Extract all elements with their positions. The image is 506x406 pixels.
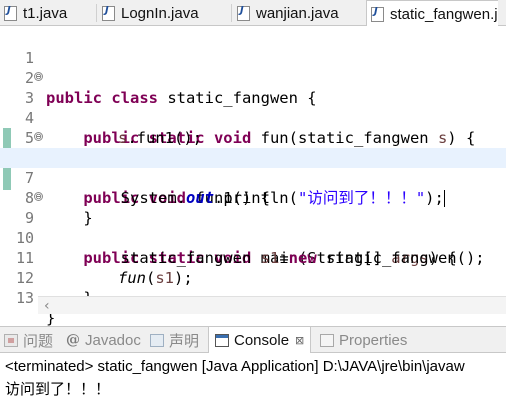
tab-javadoc[interactable]: @ Javadoc: [66, 327, 141, 354]
tab-separator: [96, 4, 97, 22]
tab-label: static_fangwen.j: [390, 5, 498, 23]
tab-label: 声明: [169, 333, 200, 350]
tab-label: wanjian.java: [256, 4, 339, 22]
fold-collapse-icon[interactable]: ⊖: [34, 132, 43, 141]
tab-label: LognIn.java: [121, 4, 199, 22]
tab-static-fangwen-java[interactable]: static_fangwen.j: [366, 0, 498, 27]
javadoc-icon: @: [66, 332, 80, 348]
code-line[interactable]: 6 ⊖ public void fun1() {: [0, 128, 506, 207]
code-line[interactable]: 8 }: [0, 168, 506, 227]
tab-declaration[interactable]: 声明: [150, 327, 199, 354]
console-status-line: <terminated> static_fangwen [Java Applic…: [5, 358, 465, 375]
horizontal-scrollbar[interactable]: ‹: [38, 296, 506, 314]
close-icon[interactable]: ⊠: [295, 334, 304, 347]
code-line[interactable]: 1: [0, 28, 506, 67]
code-line[interactable]: 5 }: [0, 108, 506, 167]
tab-label: Console: [234, 332, 290, 349]
java-file-icon: [237, 5, 250, 21]
console-view[interactable]: <terminated> static_fangwen [Java Applic…: [0, 353, 506, 406]
tab-separator: [231, 4, 232, 22]
editor-tab-bar: t1.java LognIn.java wanjian.java static_…: [0, 0, 506, 27]
code-line[interactable]: 4 s.fun1();: [0, 88, 506, 147]
tab-t1-java[interactable]: t1.java: [4, 0, 67, 26]
problems-icon: [4, 334, 18, 347]
java-file-icon: [4, 5, 17, 21]
tab-problems[interactable]: 问题: [4, 327, 53, 354]
view-tab-bar: 问题 @ Javadoc 声明 Console ⊠ Properties: [0, 326, 506, 354]
code-line[interactable]: 9 ⊖ public static void main(String[] arg…: [0, 188, 506, 267]
tab-label: Javadoc: [85, 332, 141, 349]
code-line[interactable]: 11 fun(s1);: [0, 228, 506, 287]
tab-label: Properties: [339, 332, 408, 349]
tab-label: t1.java: [23, 4, 68, 22]
code-line[interactable]: 3 ⊖ public static void fun(static_fangwe…: [0, 68, 506, 147]
tab-lognin-java[interactable]: LognIn.java: [102, 0, 199, 26]
declaration-icon: [150, 334, 164, 347]
code-line[interactable]: 12 }: [0, 248, 506, 307]
code-line-current[interactable]: 7 System.out.println("访问到了！！！");: [0, 148, 506, 207]
fold-collapse-icon[interactable]: ⊖: [34, 72, 43, 81]
code-editor[interactable]: 1 2 public class static_fangwen { 3 ⊖ pu…: [0, 26, 506, 327]
java-file-icon: [371, 6, 384, 22]
console-output-line: 访问到了！！！: [5, 381, 111, 398]
tab-properties[interactable]: Properties: [320, 327, 407, 354]
tab-wanjian-java[interactable]: wanjian.java: [237, 0, 339, 26]
code-line[interactable]: 10 static_fangwen s1=new static_fangwen(…: [0, 208, 506, 267]
code-line[interactable]: 2 public class static_fangwen {: [0, 48, 506, 107]
code-line[interactable]: 13 }: [0, 268, 506, 327]
scroll-left-icon[interactable]: ‹: [44, 298, 50, 314]
fold-collapse-icon[interactable]: ⊖: [34, 192, 43, 201]
tab-console[interactable]: Console ⊠: [208, 327, 312, 354]
java-file-icon: [102, 5, 115, 21]
console-icon: [215, 334, 229, 347]
tab-label: 问题: [23, 333, 54, 350]
properties-icon: [320, 334, 334, 347]
